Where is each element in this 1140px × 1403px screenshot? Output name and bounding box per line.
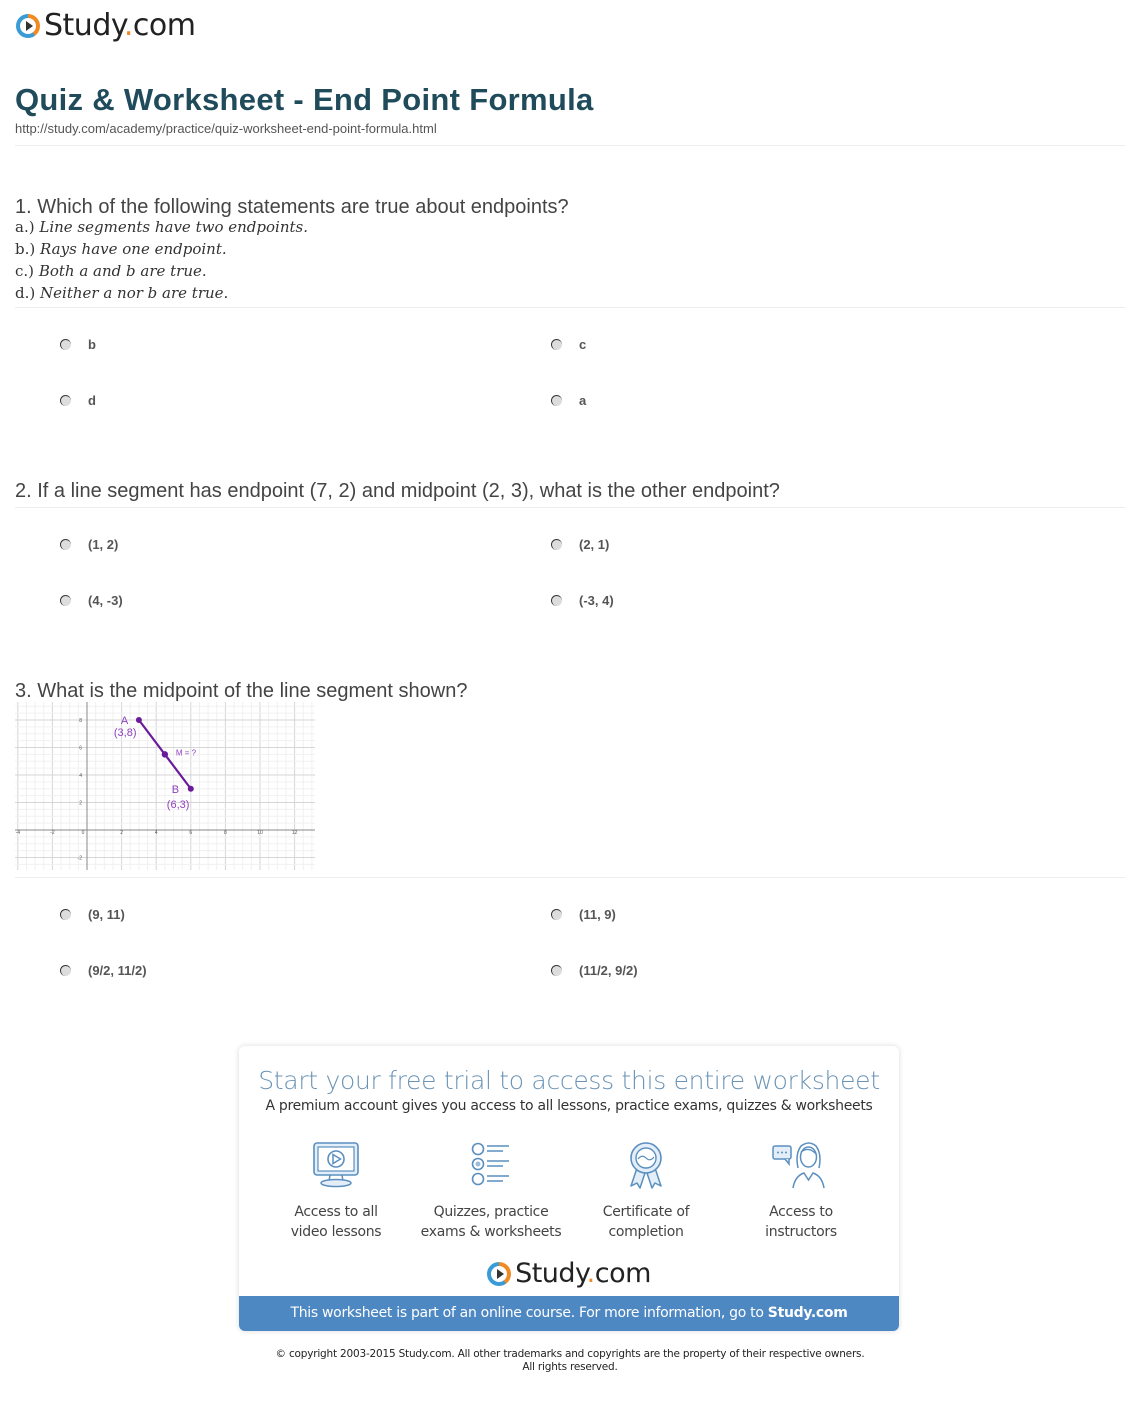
radio-button[interactable] xyxy=(551,395,562,406)
y-tick-label: 8 xyxy=(79,718,82,724)
point-b-coord-label: (6,3) xyxy=(167,799,190,811)
divider xyxy=(15,145,1125,146)
logo-text: Study.com xyxy=(515,1258,651,1289)
answer-option[interactable]: b xyxy=(60,337,96,352)
statement-a: a.) Line segments have two endpoints. xyxy=(15,218,308,236)
radio-button[interactable] xyxy=(551,909,562,920)
answer-option[interactable]: (11/2, 9/2) xyxy=(551,963,638,978)
y-tick-label: 2 xyxy=(79,801,82,807)
free-trial-panel: Start your free trial to access this ent… xyxy=(239,1046,899,1331)
y-tick-label: 4 xyxy=(79,773,82,779)
answer-option[interactable]: (4, -3) xyxy=(60,593,123,608)
point-b-label: B xyxy=(172,784,179,796)
feature-instructors: Access to instructors xyxy=(721,1140,881,1242)
question-1-statements: a.) Line segments have two endpoints. b.… xyxy=(15,216,308,304)
x-tick-label: 12 xyxy=(292,830,298,836)
cta-title: Start your free trial to access this ent… xyxy=(258,1066,880,1095)
x-tick-label: 10 xyxy=(257,830,263,836)
question-2-text: 2. If a line segment has endpoint (7, 2)… xyxy=(15,480,780,502)
point-a-label: A xyxy=(121,715,129,727)
midpoint xyxy=(161,751,169,758)
answer-option[interactable]: d xyxy=(60,393,96,408)
statement-d: d.) Neither a nor b are true. xyxy=(15,284,229,302)
radio-button[interactable] xyxy=(551,595,562,606)
x-tick-label: 2 xyxy=(120,830,123,836)
statement-b: b.) Rays have one endpoint. xyxy=(15,240,227,258)
x-tick-label: -4 xyxy=(16,830,21,836)
cta-subtitle: A premium account gives you access to al… xyxy=(265,1098,873,1114)
course-info-bar: This worksheet is part of an online cour… xyxy=(239,1296,899,1331)
answer-option[interactable]: (11, 9) xyxy=(551,907,616,922)
point-a xyxy=(135,717,142,723)
question-3-text: 3. What is the midpoint of the line segm… xyxy=(15,680,468,702)
quiz-list-icon xyxy=(471,1142,509,1186)
answer-option[interactable]: c xyxy=(551,337,586,352)
feature-certificate: Certificate of completion xyxy=(566,1140,726,1242)
radio-button[interactable] xyxy=(60,595,71,606)
radio-button[interactable] xyxy=(60,909,71,920)
answer-option[interactable]: (2, 1) xyxy=(551,537,609,552)
radio-button[interactable] xyxy=(60,395,71,406)
radio-button[interactable] xyxy=(60,339,71,350)
copyright-footer: © copyright 2003-2015 Study.com. All oth… xyxy=(275,1348,865,1373)
certificate-ribbon-icon xyxy=(630,1142,662,1189)
x-tick-label: -2 xyxy=(50,830,55,836)
radio-button[interactable] xyxy=(60,539,71,550)
radio-button[interactable] xyxy=(551,539,562,550)
radio-button[interactable] xyxy=(551,339,562,350)
divider xyxy=(15,307,1125,308)
midpoint-label: M = ? xyxy=(176,748,197,757)
point-a-coord-label: (3,8) xyxy=(114,727,137,739)
study-logo[interactable]: Study.com xyxy=(16,8,196,43)
divider xyxy=(15,877,1125,878)
cta-study-logo[interactable]: Study.com xyxy=(239,1258,899,1289)
statement-c: c.) Both a and b are true. xyxy=(15,262,207,280)
answer-option[interactable]: a xyxy=(551,393,586,408)
x-tick-label: 8 xyxy=(224,830,227,836)
logo-text: Study.com xyxy=(44,8,196,43)
page-title: Quiz & Worksheet - End Point Formula xyxy=(15,82,594,117)
divider xyxy=(15,507,1125,508)
answer-option[interactable]: (1, 2) xyxy=(60,537,118,552)
x-tick-label: 4 xyxy=(155,830,158,836)
play-logo-icon xyxy=(487,1261,512,1286)
answer-option[interactable]: (-3, 4) xyxy=(551,593,614,608)
y-tick-label: 6 xyxy=(79,746,82,752)
answer-option[interactable]: (9/2, 11/2) xyxy=(60,963,147,978)
point-b xyxy=(187,785,194,792)
feature-quizzes: Quizzes, practice exams & worksheets xyxy=(411,1140,571,1242)
instructor-chat-icon xyxy=(772,1142,825,1189)
page-url[interactable]: http://study.com/academy/practice/quiz-w… xyxy=(15,121,437,136)
answer-option[interactable]: (9, 11) xyxy=(60,907,125,922)
y-tick-label: -2 xyxy=(78,856,83,862)
x-tick-label: 0 xyxy=(82,830,85,836)
radio-button[interactable] xyxy=(60,965,71,976)
play-logo-icon xyxy=(16,13,40,38)
x-tick-label: 6 xyxy=(189,830,192,836)
coordinate-graph: -4 -2 0 2 4 6 8 10 12 8 6 4 2 -2 A(3,8) M = ? B (6,3) xyxy=(15,702,315,870)
monitor-play-icon xyxy=(313,1142,359,1188)
radio-button[interactable] xyxy=(551,965,562,976)
feature-video-lessons: Access to all video lessons xyxy=(256,1140,416,1242)
study-link[interactable]: Study.com xyxy=(768,1305,848,1321)
